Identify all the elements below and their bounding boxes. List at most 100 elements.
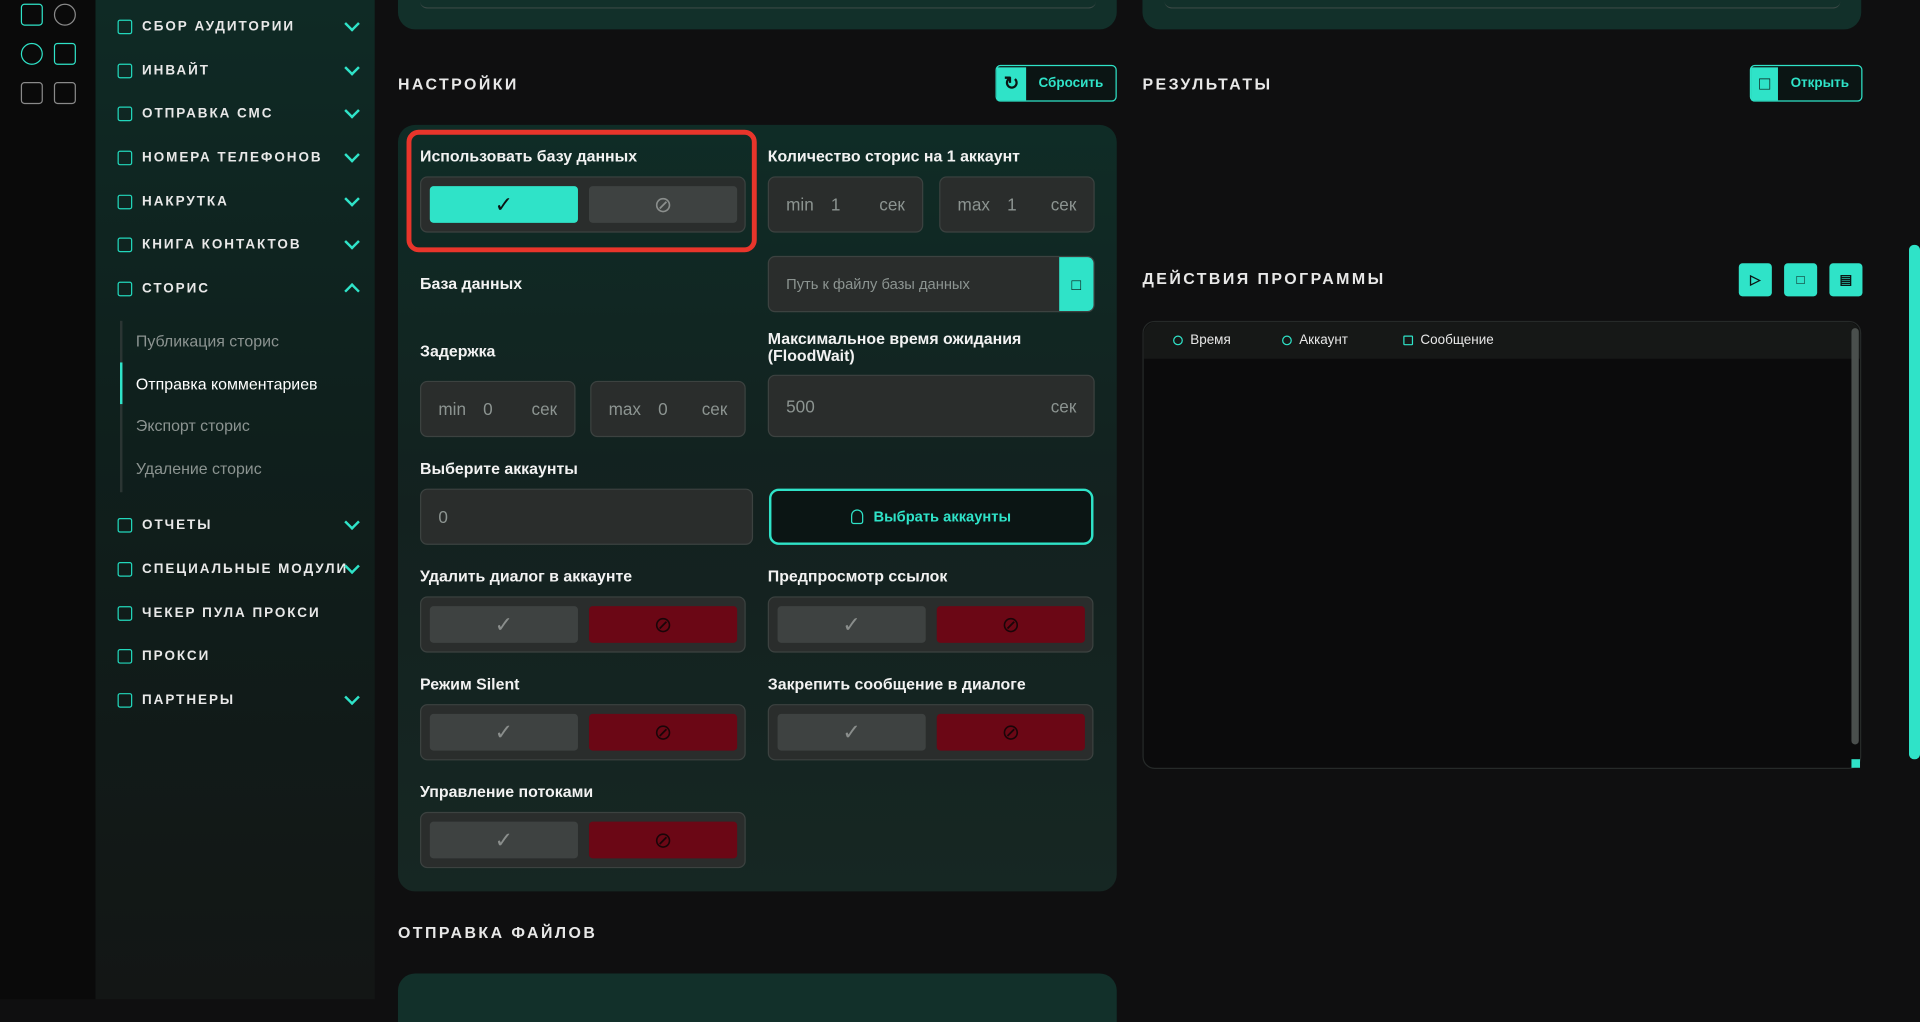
ban-icon: ⊘: [653, 611, 673, 637]
clear-button[interactable]: ▤: [1829, 263, 1863, 297]
pin-message-label: Закрепить сообщение в диалоге: [767, 674, 1026, 694]
thumbs-up-icon: [117, 693, 133, 708]
checklist-icon[interactable]: [20, 82, 43, 105]
choose-accounts-button[interactable]: Выбрать аккаунты: [768, 488, 1094, 545]
silent-label: Режим Silent: [420, 674, 520, 694]
sidebar-item-contacts[interactable]: КНИГА КОНТАКТОВ: [117, 233, 360, 257]
silent-yes-button[interactable]: ✓: [429, 713, 578, 751]
reset-button[interactable]: ↻ Сбросить: [995, 64, 1117, 102]
log-scrollbar[interactable]: [1851, 328, 1859, 745]
code-window-icon[interactable]: [53, 42, 76, 65]
chevron-down-icon: [344, 689, 360, 706]
grid-icon[interactable]: [53, 82, 76, 105]
ban-icon: ⊘: [653, 719, 673, 744]
col-message[interactable]: Сообщение: [1403, 333, 1494, 348]
sub-item-send-comments[interactable]: Отправка комментариев: [136, 375, 318, 393]
threads-no-button[interactable]: ⊘: [588, 821, 738, 859]
delay-min-input[interactable]: min 0 сек: [420, 380, 576, 438]
link-preview-yes-button[interactable]: ✓: [777, 606, 926, 643]
chevron-down-icon: [344, 103, 360, 119]
col-message-label: Сообщение: [1420, 333, 1494, 348]
chevron-down-icon: [344, 16, 360, 32]
page-scrollbar[interactable]: [1908, 244, 1920, 760]
settings-icon[interactable]: [20, 42, 43, 65]
sidebar-item-stories[interactable]: СТОРИС: [117, 277, 360, 301]
reset-icon: ↻: [996, 66, 1027, 100]
send-plus-icon: [117, 194, 133, 210]
chevron-down-icon: [344, 147, 360, 163]
sidebar-item-reports[interactable]: ОТЧЕТЫ: [117, 513, 360, 537]
sidebar-item-label: СПЕЦИАЛЬНЫЕ МОДУЛИ: [142, 562, 349, 577]
col-time[interactable]: Время: [1173, 333, 1231, 348]
stories-count-label: Количество сторис на 1 аккаунт: [767, 146, 1020, 166]
chevron-down-icon: [344, 514, 360, 531]
pin-message-no-button[interactable]: ⊘: [936, 713, 1085, 751]
previous-panel-field: [420, 0, 1096, 9]
delete-dialog-yes-button[interactable]: ✓: [429, 606, 578, 643]
sidebar-item-label: ПРОКСИ: [142, 648, 211, 664]
sidebar-item-proxy-checker[interactable]: ЧЕКЕР ПУЛА ПРОКСИ: [117, 601, 358, 625]
sidebar-item-special-modules[interactable]: СПЕЦИАЛЬНЫЕ МОДУЛИ: [117, 557, 360, 581]
open-label: Открыть: [1790, 75, 1849, 91]
silent-no-button[interactable]: ⊘: [588, 713, 738, 751]
resize-handle[interactable]: [1851, 759, 1861, 768]
unit-label: сек: [701, 399, 728, 419]
sidebar-item-label: ЧЕКЕР ПУЛА ПРОКСИ: [142, 606, 321, 621]
sidebar-item-label: СТОРИС: [142, 281, 210, 297]
stories-min-input[interactable]: min 1 сек: [767, 176, 924, 233]
previous-right-field: [1164, 0, 1841, 9]
stop-button[interactable]: □: [1784, 263, 1818, 297]
unit-label: сек: [531, 399, 558, 419]
database-icon[interactable]: [20, 3, 43, 26]
sidebar-item-label: ОТПРАВКА СМС: [142, 106, 274, 122]
db-path-input[interactable]: Путь к файлу базы данных □: [767, 255, 1095, 313]
floodwait-label: Максимальное время ожидания (FloodWait): [767, 329, 1022, 365]
delete-dialog-no-button[interactable]: ⊘: [588, 606, 738, 643]
settings-title: НАСТРОЙКИ: [397, 74, 519, 94]
delay-max-input[interactable]: max 0 сек: [590, 380, 746, 438]
sidebar-item-sms[interactable]: ОТПРАВКА СМС: [117, 102, 360, 126]
sidebar-item-invite[interactable]: ИНВАЙТ: [117, 59, 360, 83]
link-preview-no-button[interactable]: ⊘: [936, 606, 1085, 643]
stories-max-input[interactable]: max 1 сек: [939, 176, 1095, 233]
gauge-icon: [117, 606, 133, 621]
sidebar-item-label: НОМЕРА ТЕЛЕФОНОВ: [142, 150, 323, 166]
play-button[interactable]: ▷: [1738, 263, 1772, 297]
submenu-active-indicator: [120, 362, 123, 405]
check-icon: ✓: [494, 611, 514, 637]
sidebar-item-audience[interactable]: СБОР АУДИТОРИИ: [117, 15, 360, 39]
sub-item-publish-stories[interactable]: Публикация сторис: [136, 332, 279, 350]
sub-item-export-stories[interactable]: Экспорт сторис: [136, 416, 250, 434]
previous-right-panel: [1142, 0, 1862, 30]
mail-icon: [1403, 335, 1414, 346]
floodwait-input[interactable]: 500 сек: [767, 374, 1095, 438]
sidebar-item-label: СБОР АУДИТОРИИ: [142, 19, 295, 35]
open-results-button[interactable]: □ Открыть: [1749, 64, 1863, 102]
sidebar-item-phones[interactable]: НОМЕРА ТЕЛЕФОНОВ: [117, 146, 360, 170]
threads-yes-button[interactable]: ✓: [429, 821, 578, 859]
user-icon: [851, 509, 864, 525]
users-icon: [117, 19, 133, 35]
check-icon: ✓: [842, 611, 861, 637]
unit-label: сек: [879, 194, 905, 215]
folder-icon[interactable]: □: [1059, 257, 1094, 312]
sidebar-item-boost[interactable]: НАКРУТКА: [117, 190, 360, 214]
col-account[interactable]: Аккаунт: [1282, 333, 1348, 348]
min-value: 0: [483, 399, 493, 419]
profile-icon[interactable]: [53, 3, 76, 26]
actions-log[interactable]: Время Аккаунт Сообщение: [1142, 320, 1862, 769]
ban-icon: ⊘: [1001, 611, 1021, 637]
pin-message-yes-button[interactable]: ✓: [777, 713, 926, 751]
pin-message-toggle: ✓ ⊘: [767, 704, 1094, 761]
sidebar-item-proxy[interactable]: ПРОКСИ: [117, 644, 358, 668]
sub-item-delete-stories[interactable]: Удаление сторис: [136, 459, 262, 477]
sidebar-item-partners[interactable]: ПАРТНЕРЫ: [117, 688, 360, 712]
unit-label: сек: [1050, 396, 1077, 416]
choose-accounts-label: Выбрать аккаунты: [873, 508, 1012, 526]
accounts-input[interactable]: 0: [420, 488, 754, 545]
col-time-label: Время: [1190, 333, 1231, 348]
sidebar-item-label: КНИГА КОНТАКТОВ: [142, 237, 302, 253]
min-key: min: [438, 399, 466, 419]
files-panel: [397, 973, 1117, 1022]
link-preview-toggle: ✓ ⊘: [767, 596, 1094, 653]
